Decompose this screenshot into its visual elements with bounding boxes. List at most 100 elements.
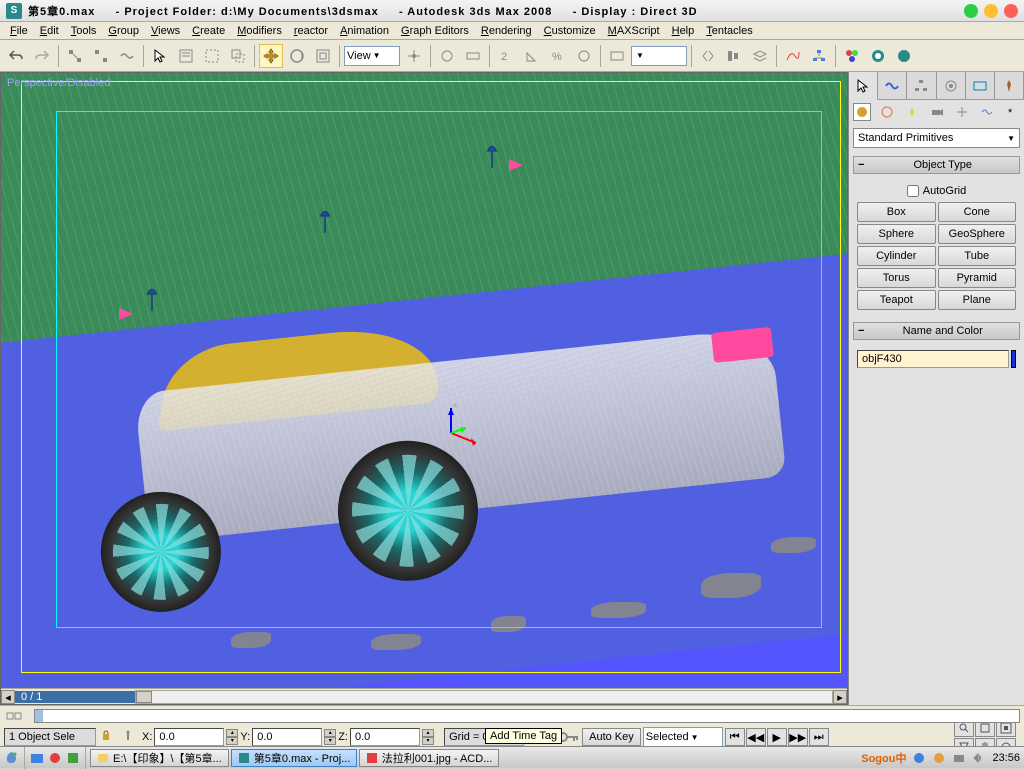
pivot-center-button[interactable] — [402, 44, 426, 68]
named-sel-dropdown[interactable]: ▼ — [631, 46, 687, 66]
task-item[interactable]: 法拉利001.jpg - ACD... — [359, 749, 499, 767]
pyramid-button[interactable]: Pyramid — [938, 268, 1017, 288]
close-button[interactable] — [1004, 4, 1018, 18]
selection-lock-button[interactable] — [98, 728, 118, 746]
quick-render-button[interactable] — [892, 44, 916, 68]
select-region-button[interactable] — [200, 44, 224, 68]
menu-group[interactable]: Group — [102, 24, 145, 38]
motion-tab[interactable] — [937, 72, 966, 99]
tray-icon[interactable] — [952, 751, 966, 765]
menu-maxscript[interactable]: MAXScript — [602, 24, 666, 38]
clock[interactable]: 23:56 — [992, 752, 1020, 764]
select-rotate-button[interactable] — [285, 44, 309, 68]
cylinder-button[interactable]: Cylinder — [857, 246, 936, 266]
show-desktop-button[interactable] — [29, 750, 45, 766]
ime-indicator[interactable]: Sogou中 — [861, 750, 906, 766]
tray-icon[interactable] — [912, 751, 926, 765]
menu-edit[interactable]: Edit — [34, 24, 65, 38]
object-color-swatch[interactable] — [1011, 350, 1016, 368]
geometry-subtab[interactable] — [853, 103, 871, 121]
menu-rendering[interactable]: Rendering — [475, 24, 538, 38]
torus-button[interactable]: Torus — [857, 268, 936, 288]
minimize-button[interactable] — [964, 4, 978, 18]
menu-reactor[interactable]: reactor — [288, 24, 334, 38]
hierarchy-tab[interactable] — [907, 72, 936, 99]
name-color-rollout[interactable]: −Name and Color — [853, 322, 1020, 340]
quick-launch-icon[interactable] — [47, 750, 63, 766]
schematic-view-button[interactable] — [807, 44, 831, 68]
menu-customize[interactable]: Customize — [538, 24, 602, 38]
goto-end-button[interactable]: ⏭ — [809, 728, 829, 746]
teapot-button[interactable]: Teapot — [857, 290, 936, 310]
material-editor-button[interactable] — [840, 44, 864, 68]
menu-views[interactable]: Views — [145, 24, 186, 38]
layer-manager-button[interactable] — [748, 44, 772, 68]
snap-2d-button[interactable]: 2 — [494, 44, 518, 68]
task-item[interactable]: E:\【印象】\【第5章... — [90, 749, 229, 767]
sphere-button[interactable]: Sphere — [857, 224, 936, 244]
start-button[interactable] — [4, 750, 20, 766]
track-bar[interactable] — [34, 709, 1020, 723]
align-button[interactable] — [722, 44, 746, 68]
transform-gizmo[interactable]: z — [421, 403, 481, 463]
object-type-rollout[interactable]: −Object Type — [853, 156, 1020, 174]
menu-tentacles[interactable]: Tentacles — [700, 24, 758, 38]
x-up[interactable]: ▴ — [226, 729, 238, 737]
ref-coord-dropdown[interactable]: View▼ — [344, 46, 400, 66]
y-up[interactable]: ▴ — [324, 729, 336, 737]
menu-help[interactable]: Help — [666, 24, 701, 38]
object-name-input[interactable] — [857, 350, 1009, 368]
tray-icon[interactable] — [972, 751, 986, 765]
create-tab[interactable] — [849, 72, 878, 100]
goto-start-button[interactable]: ⏮ — [725, 728, 745, 746]
y-down[interactable]: ▾ — [324, 737, 336, 745]
spinner-snap-button[interactable] — [572, 44, 596, 68]
snap-percent-button[interactable]: % — [546, 44, 570, 68]
manipulate-button[interactable] — [435, 44, 459, 68]
named-sel-button[interactable] — [605, 44, 629, 68]
menu-file[interactable]: File — [4, 24, 34, 38]
select-link-button[interactable] — [63, 44, 87, 68]
spacewarps-subtab[interactable] — [978, 103, 996, 121]
x-down[interactable]: ▾ — [226, 737, 238, 745]
transform-type-in-button[interactable] — [120, 728, 140, 746]
snap-angle-button[interactable] — [520, 44, 544, 68]
box-button[interactable]: Box — [857, 202, 936, 222]
geosphere-button[interactable]: GeoSphere — [938, 224, 1017, 244]
plane-button[interactable]: Plane — [938, 290, 1017, 310]
undo-button[interactable] — [4, 44, 28, 68]
menu-modifiers[interactable]: Modifiers — [231, 24, 288, 38]
keyboard-shortcut-button[interactable] — [461, 44, 485, 68]
menu-tools[interactable]: Tools — [65, 24, 103, 38]
z-down[interactable]: ▾ — [422, 737, 434, 745]
lights-subtab[interactable] — [903, 103, 921, 121]
maximize-button[interactable] — [984, 4, 998, 18]
utilities-tab[interactable] — [995, 72, 1024, 99]
curve-editor-button[interactable] — [781, 44, 805, 68]
y-input[interactable]: 0.0 — [252, 728, 322, 746]
play-button[interactable]: ▶ — [767, 728, 787, 746]
tube-button[interactable]: Tube — [938, 246, 1017, 266]
viewport[interactable]: Perspective/Disabled — [0, 72, 848, 705]
category-dropdown[interactable]: Standard Primitives▼ — [853, 128, 1020, 148]
display-tab[interactable] — [966, 72, 995, 99]
cameras-subtab[interactable] — [928, 103, 946, 121]
cone-button[interactable]: Cone — [938, 202, 1017, 222]
render-scene-button[interactable] — [866, 44, 890, 68]
mirror-button[interactable] — [696, 44, 720, 68]
bind-spacewarp-button[interactable] — [115, 44, 139, 68]
shapes-subtab[interactable] — [878, 103, 896, 121]
x-input[interactable]: 0.0 — [154, 728, 224, 746]
quick-launch-icon[interactable] — [65, 750, 81, 766]
z-input[interactable]: 0.0 — [350, 728, 420, 746]
trackbar-toggle[interactable] — [0, 707, 30, 725]
tray-icon[interactable] — [932, 751, 946, 765]
helpers-subtab[interactable] — [953, 103, 971, 121]
select-object-button[interactable] — [148, 44, 172, 68]
select-move-button[interactable] — [259, 44, 283, 68]
frame-indicator[interactable]: 0 / 1 — [15, 691, 135, 703]
task-item[interactable]: 第5章0.max - Proj... — [231, 749, 358, 767]
menu-create[interactable]: Create — [186, 24, 231, 38]
autogrid-checkbox[interactable] — [907, 185, 919, 197]
select-scale-button[interactable] — [311, 44, 335, 68]
